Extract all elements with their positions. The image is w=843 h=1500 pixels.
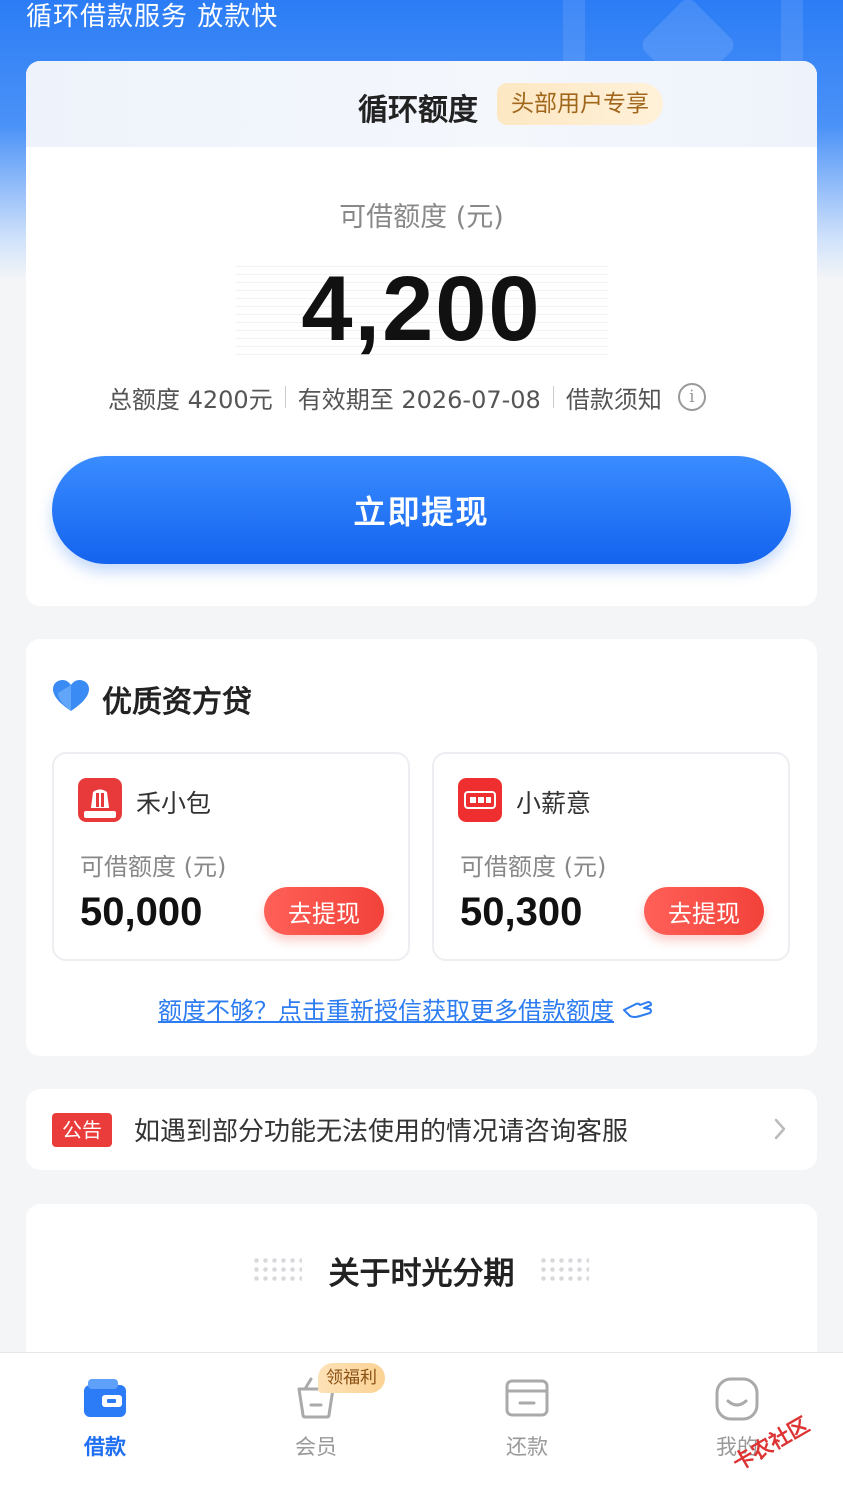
lender-amount: 50,300 bbox=[460, 890, 583, 934]
notice-bar[interactable]: 公告 如遇到部分功能无法使用的情况请咨询客服 bbox=[26, 1089, 817, 1170]
withdraw-button[interactable]: 去提现 bbox=[644, 887, 764, 935]
withdraw-button[interactable]: 去提现 bbox=[264, 887, 384, 935]
tab-label: 还款 bbox=[506, 1435, 548, 1459]
loan-notice-link[interactable]: 借款须知 bbox=[566, 380, 662, 415]
withdraw-now-button[interactable]: 立即提现 bbox=[52, 456, 791, 564]
vip-tag: 头部用户专享 bbox=[497, 83, 663, 125]
reapply-link-text: 额度不够？点击重新授信获取更多借款额度 bbox=[158, 997, 614, 1025]
lender-amount: 50,000 bbox=[80, 890, 203, 934]
lenders-card: 优质资方贷 禾小包 可借额度 (元) 50,000 去提现 小薪意 可借额度 (… bbox=[26, 639, 817, 1056]
credit-card-title: 循环额度 bbox=[358, 93, 478, 128]
hero-slogan: 循环借款服务 放款快 bbox=[26, 2, 279, 32]
pointing-hand-icon bbox=[623, 1000, 652, 1018]
valid-until: 有效期至 2026-07-08 bbox=[297, 385, 541, 414]
about-title: 关于时光分期 bbox=[328, 1256, 515, 1292]
divider bbox=[552, 386, 554, 408]
lender-name: 小薪意 bbox=[516, 789, 592, 818]
reapply-credit-link[interactable]: 额度不够？点击重新授信获取更多借款额度 bbox=[158, 991, 654, 1026]
lender-amount-label: 可借额度 (元) bbox=[80, 853, 227, 881]
wallet-icon bbox=[84, 1379, 126, 1417]
divider bbox=[284, 386, 286, 408]
tab-borrow[interactable]: 借款 bbox=[25, 1353, 185, 1500]
total-limit: 总额度 4200元 bbox=[108, 385, 273, 414]
welfare-badge: 领福利 bbox=[318, 1363, 385, 1393]
xiaoxinyi-logo-icon bbox=[458, 778, 502, 822]
lenders-title: 优质资方贷 bbox=[102, 685, 252, 720]
heart-icon bbox=[53, 680, 89, 711]
tab-repay[interactable]: 还款 bbox=[447, 1353, 607, 1500]
lender-amount-label: 可借额度 (元) bbox=[460, 853, 607, 881]
chevron-right-icon bbox=[774, 1118, 786, 1140]
credit-card: 循环额度 头部用户专享 可借额度 (元) 4,200 总额度 4200元 有效期… bbox=[26, 61, 817, 606]
lender-item-xiaoxinyi[interactable]: 小薪意 可借额度 (元) 50,300 去提现 bbox=[432, 752, 790, 961]
credit-card-header: 循环额度 头部用户专享 bbox=[26, 61, 817, 147]
smile-icon bbox=[715, 1377, 759, 1421]
lender-name: 禾小包 bbox=[136, 789, 212, 818]
bottom-tab-bar: 借款 会员 领福利 还款 我的 卡农社区 bbox=[0, 1352, 843, 1500]
notice-tag: 公告 bbox=[52, 1113, 112, 1147]
dots-decoration bbox=[539, 1256, 589, 1284]
credit-meta-row: 总额度 4200元 有效期至 2026-07-08 借款须知 i bbox=[108, 379, 706, 415]
lender-item-hexiaobao[interactable]: 禾小包 可借额度 (元) 50,000 去提现 bbox=[52, 752, 410, 961]
available-label: 可借额度 (元) bbox=[339, 202, 504, 233]
tab-label: 会员 bbox=[295, 1435, 337, 1459]
info-icon[interactable]: i bbox=[677, 383, 706, 411]
tab-label: 借款 bbox=[84, 1435, 126, 1459]
available-amount: 4,200 bbox=[301, 258, 542, 360]
card-icon bbox=[505, 1379, 549, 1417]
hexiaobao-logo-icon bbox=[78, 778, 122, 822]
notice-text: 如遇到部分功能无法使用的情况请咨询客服 bbox=[134, 1117, 629, 1147]
